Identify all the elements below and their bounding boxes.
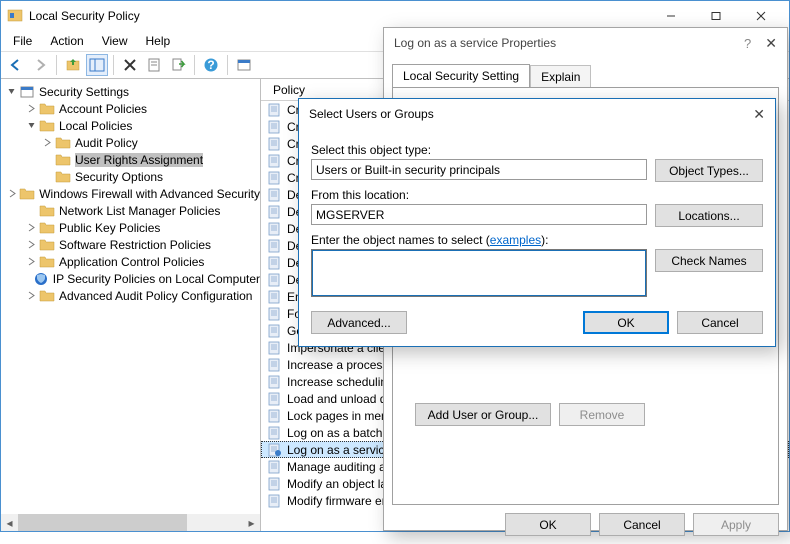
tree-item[interactable]: Account Policies	[1, 100, 260, 117]
tree-item[interactable]: Local Policies	[1, 117, 260, 134]
tree-item[interactable]: Advanced Audit Policy Configuration	[1, 287, 260, 304]
help-button[interactable]: ?	[200, 54, 222, 76]
tab-local-security-setting[interactable]: Local Security Setting	[392, 64, 530, 87]
add-user-group-button[interactable]: Add User or Group...	[415, 403, 551, 426]
tree-item[interactable]: IP Security Policies on Local Computer	[1, 270, 260, 287]
select-dialog-close-button[interactable]: ✕	[753, 106, 765, 123]
tree-item[interactable]: User Rights Assignment	[1, 151, 260, 168]
show-hide-tree-button[interactable]	[86, 54, 108, 76]
tree-hscrollbar[interactable]: ◂▸	[1, 514, 260, 531]
properties-cancel-button[interactable]: Cancel	[599, 513, 685, 536]
tree-item[interactable]: Application Control Policies	[1, 253, 260, 270]
names-label: Enter the object names to select (exampl…	[311, 233, 763, 247]
select-dialog-title: Select Users or Groups	[309, 107, 434, 121]
tab-explain[interactable]: Explain	[530, 65, 591, 88]
locations-button[interactable]: Locations...	[655, 204, 763, 227]
location-label: From this location:	[311, 188, 763, 202]
properties-ok-button[interactable]: OK	[505, 513, 591, 536]
menu-help[interactable]: Help	[138, 32, 179, 50]
menu-view[interactable]: View	[94, 32, 136, 50]
tree-item[interactable]: Network List Manager Policies	[1, 202, 260, 219]
properties-title: Log on as a service Properties	[394, 36, 556, 50]
app-icon	[7, 8, 23, 24]
maximize-button[interactable]	[693, 2, 738, 30]
select-cancel-button[interactable]: Cancel	[677, 311, 763, 334]
location-field	[311, 204, 647, 225]
menu-action[interactable]: Action	[42, 32, 91, 50]
tree-item[interactable]: Software Restriction Policies	[1, 236, 260, 253]
window-title: Local Security Policy	[29, 9, 648, 23]
refresh-button[interactable]	[233, 54, 255, 76]
tree-pane: Security SettingsAccount PoliciesLocal P…	[1, 79, 261, 531]
export-button[interactable]	[167, 54, 189, 76]
check-names-button[interactable]: Check Names	[655, 249, 763, 272]
properties-apply-button: Apply	[693, 513, 779, 536]
tree-item[interactable]: Public Key Policies	[1, 219, 260, 236]
remove-button: Remove	[559, 403, 645, 426]
forward-button[interactable]	[29, 54, 51, 76]
back-button[interactable]	[5, 54, 27, 76]
object-names-input[interactable]	[311, 249, 647, 297]
select-users-dialog: Select Users or Groups ✕ Select this obj…	[298, 98, 776, 347]
tree-root[interactable]: Security Settings	[1, 83, 260, 100]
object-type-label: Select this object type:	[311, 143, 763, 157]
select-ok-button[interactable]: OK	[583, 311, 669, 334]
delete-button[interactable]	[119, 54, 141, 76]
properties-button[interactable]	[143, 54, 165, 76]
menu-file[interactable]: File	[5, 32, 40, 50]
tree-item[interactable]: Security Options	[1, 168, 260, 185]
tree-item[interactable]: Audit Policy	[1, 134, 260, 151]
close-button[interactable]	[738, 2, 783, 30]
svg-text:?: ?	[207, 58, 214, 72]
properties-close-button[interactable]: ✕	[765, 35, 777, 52]
examples-link[interactable]: examples	[490, 233, 541, 247]
tree-item[interactable]: Windows Firewall with Advanced Security	[1, 185, 260, 202]
minimize-button[interactable]	[648, 2, 693, 30]
advanced-button[interactable]: Advanced...	[311, 311, 407, 334]
column-policy[interactable]: Policy	[267, 80, 311, 100]
object-types-button[interactable]: Object Types...	[655, 159, 763, 182]
properties-help-button[interactable]: ?	[744, 36, 751, 51]
up-button[interactable]	[62, 54, 84, 76]
object-type-field	[311, 159, 647, 180]
